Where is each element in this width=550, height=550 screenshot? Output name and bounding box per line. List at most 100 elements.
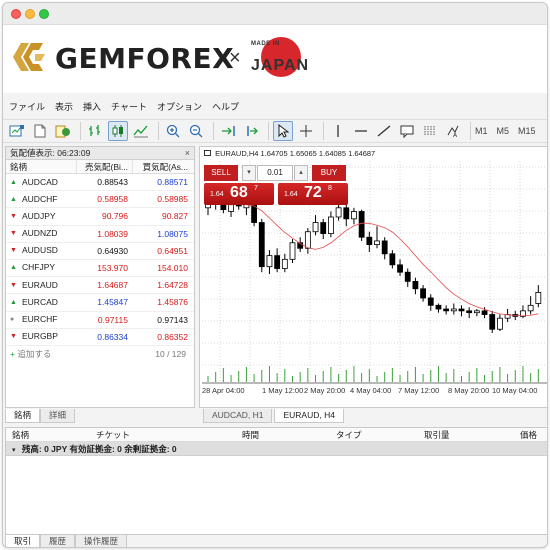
new-chart-button[interactable] bbox=[7, 121, 27, 141]
indicators-icon: A bbox=[447, 125, 459, 138]
indicators-button[interactable]: A bbox=[443, 121, 463, 141]
crosshair-tool-button[interactable] bbox=[296, 121, 316, 141]
buy-button[interactable]: BUY bbox=[312, 165, 346, 181]
watch-row-eurcad[interactable]: ▲ EURCAD 1.45847 1.45876 bbox=[6, 294, 194, 312]
candle-body bbox=[381, 240, 388, 255]
menu-file[interactable]: ファイル bbox=[9, 100, 45, 113]
zoom-out-button[interactable] bbox=[186, 121, 206, 141]
candlestick-chart-button[interactable] bbox=[108, 121, 128, 141]
x-tick-label: 1 May 12:00 bbox=[262, 386, 303, 395]
watch-row-eurgbp[interactable]: ▼ EURGBP 0.86334 0.86352 bbox=[6, 329, 194, 346]
close-window-button[interactable] bbox=[11, 9, 21, 19]
text-label-button[interactable] bbox=[397, 121, 417, 141]
col-symbol[interactable]: 銘柄 bbox=[12, 428, 29, 442]
candle-body bbox=[328, 216, 334, 234]
price-direction-icon: ▲ bbox=[10, 298, 17, 306]
menu-insert[interactable]: 挿入 bbox=[83, 100, 101, 113]
minimize-window-button[interactable] bbox=[25, 9, 35, 19]
timeframe-m5[interactable]: M5 bbox=[497, 126, 510, 136]
chart-shift-button[interactable] bbox=[241, 121, 261, 141]
watch-row-audnzd[interactable]: ▼ AUDNZD 1.08039 1.08075 bbox=[6, 226, 194, 243]
market-watch-panel: 気配値表示: 06:23:09 × 銘柄 売気配(Bi... 買気配(As...… bbox=[5, 146, 195, 408]
candle-body bbox=[366, 236, 373, 245]
col-type[interactable]: タイプ bbox=[336, 428, 362, 442]
toolbar: A M1 M5 M15 bbox=[3, 119, 547, 143]
ask-cell: 154.010 bbox=[157, 262, 188, 273]
auto-scroll-button[interactable] bbox=[218, 121, 238, 141]
cursor-tool-button[interactable] bbox=[273, 121, 293, 141]
candle-body bbox=[389, 253, 396, 266]
ask-column-header[interactable]: 買気配(As... bbox=[132, 160, 192, 173]
close-icon[interactable]: × bbox=[185, 147, 190, 160]
symbol-column-header[interactable]: 銘柄 bbox=[6, 160, 76, 173]
watch-row-audusd[interactable]: ▼ AUDUSD 0.64930 0.64951 bbox=[6, 243, 194, 260]
add-symbol-button[interactable]: + 追加する bbox=[10, 346, 135, 362]
market-watch-tabs: 銘柄 詳細 bbox=[5, 409, 195, 423]
ask-cell: 90.827 bbox=[162, 211, 188, 222]
line-chart-button[interactable] bbox=[131, 121, 151, 141]
lot-decrease-button[interactable]: ▾ bbox=[242, 165, 256, 181]
price-direction-icon: ▲ bbox=[10, 264, 17, 272]
tab-history[interactable]: 履歴 bbox=[40, 535, 76, 547]
candle-body bbox=[320, 222, 327, 234]
app-window: GEMFOREX × MADE IN JAPAN ファイル 表示 挿入 チャート… bbox=[2, 2, 548, 548]
terminal-tabs: 取引 履歴 操作履歴 bbox=[5, 535, 547, 547]
zoom-in-button[interactable] bbox=[163, 121, 183, 141]
col-volume[interactable]: 取引量 bbox=[424, 428, 450, 442]
menu-options[interactable]: オプション bbox=[157, 100, 202, 113]
watch-row-audjpy[interactable]: ▼ AUDJPY 90.796 90.827 bbox=[6, 208, 194, 226]
bid-cell: 0.64930 bbox=[97, 245, 128, 256]
collapse-icon[interactable]: ▾ bbox=[12, 447, 16, 454]
watch-row-audchf[interactable]: ▲ AUDCHF 0.58958 0.58985 bbox=[6, 191, 194, 209]
terminal-header: 銘柄 チケット 時間 タイプ 取引量 価格 bbox=[6, 428, 547, 442]
candle-body bbox=[458, 308, 465, 312]
vertical-line-button[interactable] bbox=[328, 121, 348, 141]
horizontal-line-button[interactable] bbox=[351, 121, 371, 141]
tab-details[interactable]: 詳細 bbox=[40, 409, 76, 423]
col-price[interactable]: 価格 bbox=[520, 428, 537, 442]
buy-price-button[interactable]: 1.64 72 8 bbox=[278, 183, 348, 205]
ask-cell: 0.97143 bbox=[157, 314, 188, 325]
trendline-button[interactable] bbox=[374, 121, 394, 141]
bid-cell: 0.86334 bbox=[97, 331, 128, 342]
tab-audcad-h1[interactable]: AUDCAD, H1 bbox=[203, 409, 273, 423]
tab-journal[interactable]: 操作履歴 bbox=[75, 535, 128, 547]
tab-trade[interactable]: 取引 bbox=[5, 535, 41, 547]
watch-row-chfjpy[interactable]: ▲ CHFJPY 153.970 154.010 bbox=[6, 260, 194, 278]
symbol-cell: ▼ AUDNZD bbox=[6, 226, 76, 242]
japan-label: JAPAN bbox=[251, 57, 310, 74]
x-tick-label: 4 May 04:00 bbox=[350, 386, 391, 395]
made-in-japan-badge: MADE IN JAPAN bbox=[249, 35, 313, 87]
timeframe-m15[interactable]: M15 bbox=[518, 126, 536, 136]
bar-chart-button[interactable] bbox=[85, 121, 105, 141]
tab-symbols[interactable]: 銘柄 bbox=[5, 409, 41, 423]
chart-window[interactable]: 28 Apr 04:00 1 May 12:00 2 May 20:00 4 May … bbox=[199, 146, 547, 408]
tab-euraud-h4[interactable]: EURAUD, H4 bbox=[274, 409, 344, 423]
lot-size-input[interactable]: 0.01 bbox=[257, 165, 293, 181]
watch-row-eurchf[interactable]: ● EURCHF 0.97115 0.97143 bbox=[6, 312, 194, 329]
col-time[interactable]: 時間 bbox=[242, 428, 259, 442]
candle-body bbox=[527, 304, 534, 312]
watch-row-euraud[interactable]: ▼ EURAUD 1.64687 1.64728 bbox=[6, 277, 194, 295]
market-watch-icon bbox=[55, 125, 70, 138]
price-direction-icon: ▼ bbox=[10, 281, 17, 289]
menu-view[interactable]: 表示 bbox=[55, 100, 73, 113]
sell-price-button[interactable]: 1.64 68 7 bbox=[204, 183, 274, 205]
market-watch-toggle-button[interactable] bbox=[53, 121, 73, 141]
maximize-window-button[interactable] bbox=[39, 9, 49, 19]
menu-chart[interactable]: チャート bbox=[111, 100, 147, 113]
sell-button[interactable]: SELL bbox=[204, 165, 238, 181]
bid-cell: 1.45847 bbox=[97, 297, 128, 308]
symbol-cell: ▲ CHFJPY bbox=[6, 260, 76, 276]
timeframe-m1[interactable]: M1 bbox=[475, 126, 488, 136]
menu-help[interactable]: ヘルプ bbox=[212, 100, 239, 113]
lot-increase-button[interactable]: ▴ bbox=[294, 165, 308, 181]
new-profile-button[interactable] bbox=[30, 121, 50, 141]
x-tick-label: 7 May 12:00 bbox=[398, 386, 439, 395]
fibonacci-button[interactable] bbox=[420, 121, 440, 141]
watch-row-audcad[interactable]: ▲ AUDCAD 0.88543 0.88571 bbox=[6, 174, 194, 192]
bid-column-header[interactable]: 売気配(Bi... bbox=[76, 160, 132, 173]
x-tick-label: 2 May 20:00 bbox=[304, 386, 345, 395]
col-ticket[interactable]: チケット bbox=[96, 428, 130, 442]
market-watch-footer: + 追加する 10 / 129 bbox=[6, 346, 194, 362]
